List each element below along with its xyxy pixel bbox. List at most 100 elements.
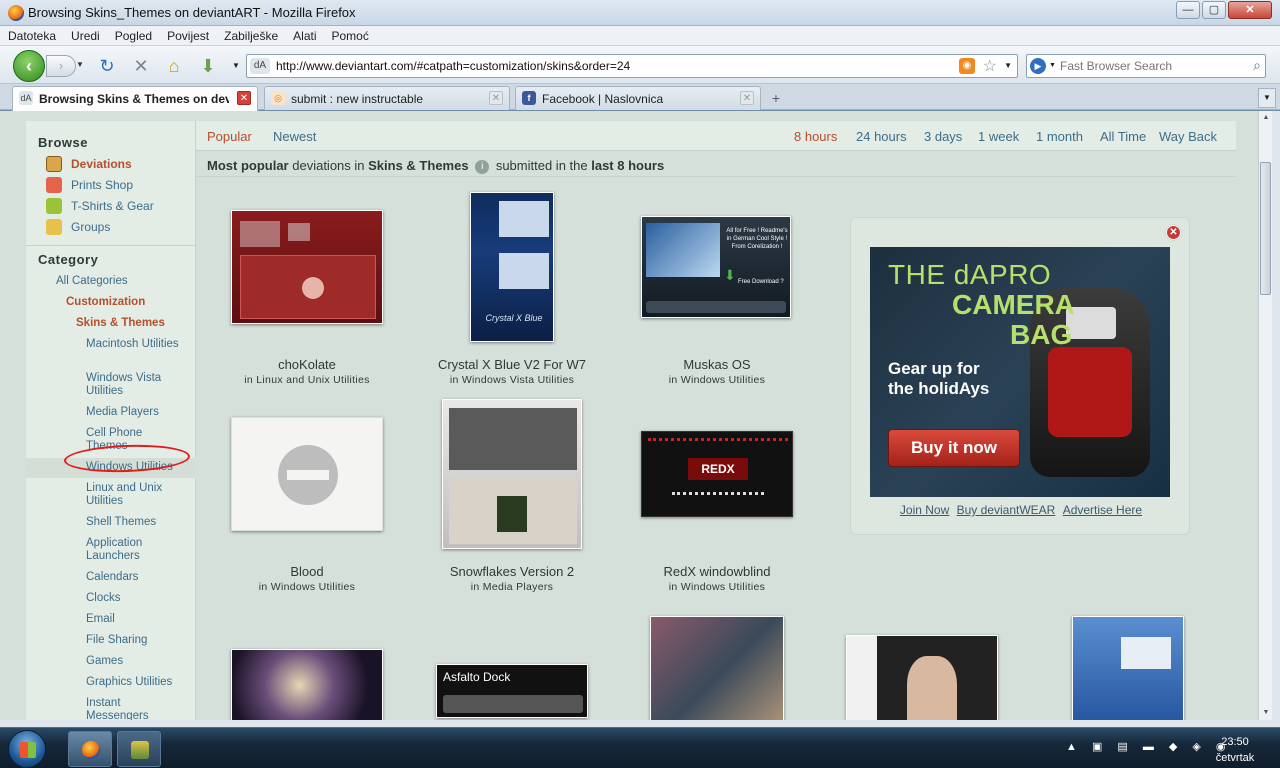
time-1-month[interactable]: 1 month	[1036, 129, 1083, 144]
ad-banner[interactable]: THE dAPRO CAMERA BAG Gear up for the hol…	[870, 247, 1170, 497]
info-icon[interactable]: i	[475, 160, 490, 174]
search-engine-icon[interactable]: ▶	[1030, 58, 1046, 74]
tab-facebook[interactable]: f Facebook | Naslovnica ✕	[515, 86, 761, 110]
category-shell-themes[interactable]: Shell Themes	[86, 516, 186, 529]
time-way-back[interactable]: Way Back	[1159, 129, 1217, 144]
tab-list-dropdown-icon[interactable]: ▼	[1258, 88, 1276, 108]
customization-link[interactable]: Customization	[66, 296, 186, 309]
time-24-hours[interactable]: 24 hours	[856, 129, 907, 144]
thumbnail-portrait[interactable]	[846, 635, 998, 720]
deviation-category[interactable]: in Windows Utilities	[617, 581, 817, 593]
url-dropdown-icon[interactable]: ▼	[1004, 61, 1012, 70]
all-categories-link[interactable]: All Categories	[56, 275, 156, 288]
popular-link[interactable]: Popular	[207, 129, 252, 144]
newest-link[interactable]: Newest	[273, 129, 316, 144]
deviation-category[interactable]: in Windows Vista Utilities	[412, 374, 612, 386]
scroll-thumb[interactable]	[1260, 162, 1271, 295]
menu-uredi[interactable]: Uredi	[63, 26, 107, 43]
deviation-category[interactable]: in Windows Utilities	[617, 374, 817, 386]
toolbar-dropdown-icon[interactable]: ▼	[224, 55, 248, 77]
thumbnail-redx[interactable]: REDX	[641, 431, 793, 517]
search-icon[interactable]: ⌕	[1253, 57, 1261, 74]
time-3-days[interactable]: 3 days	[924, 129, 962, 144]
time-1-week[interactable]: 1 week	[978, 129, 1019, 144]
maximize-button[interactable]: ▢	[1202, 1, 1226, 19]
menu-pogled[interactable]: Pogled	[107, 26, 159, 43]
category-games[interactable]: Games	[86, 655, 186, 668]
bookmark-star-icon[interactable]: ☆	[983, 56, 997, 76]
search-box[interactable]: ▶ ▼ ⌕	[1026, 54, 1266, 78]
category-graphics-utilities[interactable]: Graphics Utilities	[86, 676, 196, 689]
minimize-button[interactable]: —	[1176, 1, 1200, 19]
thumbnail-muskas-os[interactable]: All for Free ! Readme's in German Cool S…	[641, 216, 791, 318]
close-ad-icon[interactable]: ✕	[1166, 225, 1181, 240]
deviation-category[interactable]: in Media Players	[412, 581, 612, 593]
url-text[interactable]: http://www.deviantart.com/#catpath=custo…	[276, 59, 630, 73]
deviation-category[interactable]: in Linux and Unix Utilities	[207, 374, 407, 386]
category-clocks[interactable]: Clocks	[86, 592, 186, 605]
back-button[interactable]: ‹	[13, 50, 45, 82]
start-button[interactable]	[8, 730, 46, 768]
time-all-time[interactable]: All Time	[1100, 129, 1146, 144]
history-dropdown-icon[interactable]: ▼	[76, 60, 84, 69]
category-linux-unix-utilities[interactable]: Linux and Unix Utilities	[86, 482, 186, 508]
scroll-up-icon[interactable]: ▲	[1259, 111, 1273, 125]
thumbnail-blood[interactable]	[231, 417, 383, 531]
download-icon[interactable]: ⬇	[196, 55, 220, 77]
category-media-players[interactable]: Media Players	[86, 406, 186, 419]
category-file-sharing[interactable]: File Sharing	[86, 634, 186, 647]
category-macintosh-utilities[interactable]: Macintosh Utilities	[86, 338, 186, 351]
thumbnail-collage[interactable]	[650, 616, 784, 720]
thumbnail-chokolate[interactable]	[231, 210, 383, 324]
thumbnail-crystal-x-blue[interactable]: Crystal X Blue	[470, 192, 554, 342]
buy-it-now-button[interactable]: Buy it now	[888, 429, 1020, 467]
close-window-button[interactable]: ✕	[1228, 1, 1272, 19]
thumbnail-asfalto-dock[interactable]: Asfalto Dock	[436, 664, 588, 718]
menu-zabiljeske[interactable]: Zabilješke	[216, 26, 285, 43]
taskbar-app[interactable]	[117, 731, 161, 767]
deviation-title[interactable]: Muskas OS	[617, 357, 817, 372]
results-heading: Most popular deviations in Skins & Theme…	[196, 153, 1236, 177]
deviation-title[interactable]: Blood	[207, 564, 407, 579]
deviation-title[interactable]: choKolate	[207, 357, 407, 372]
home-icon[interactable]: ⌂	[162, 55, 186, 77]
vertical-scrollbar[interactable]: ▲ ▼	[1258, 111, 1272, 720]
reload-icon[interactable]: ↻	[95, 55, 119, 77]
clock[interactable]: 23:50 četvrtak	[1200, 734, 1270, 766]
taskbar-firefox[interactable]	[68, 731, 112, 767]
url-bar[interactable]: dA http://www.deviantart.com/#catpath=cu…	[246, 54, 1018, 78]
tab-instructables[interactable]: ◎ submit : new instructable ✕	[264, 86, 510, 110]
deviation-category[interactable]: in Windows Utilities	[207, 581, 407, 593]
tab-deviantart[interactable]: dA Browsing Skins & Themes on devia... ✕	[12, 86, 258, 111]
buy-deviantwear-link[interactable]: Buy deviantWEAR	[957, 503, 1056, 517]
category-windows-vista-utilities[interactable]: Windows Vista Utilities	[86, 372, 186, 398]
menu-pomoc[interactable]: Pomoć	[324, 26, 376, 43]
category-application-launchers[interactable]: Application Launchers	[86, 537, 186, 563]
rss-feed-icon[interactable]: ◉	[959, 58, 975, 74]
time-8-hours[interactable]: 8 hours	[794, 129, 837, 144]
close-tab-icon[interactable]: ✕	[489, 91, 503, 105]
category-calendars[interactable]: Calendars	[86, 571, 186, 584]
deviation-title[interactable]: Snowflakes Version 2	[412, 564, 612, 579]
category-email[interactable]: Email	[86, 613, 186, 626]
thumbnail-desktop[interactable]	[1072, 616, 1184, 720]
search-input[interactable]	[1060, 58, 1240, 74]
deviation-title[interactable]: RedX windowblind	[617, 564, 817, 579]
menu-povijest[interactable]: Povijest	[159, 26, 216, 43]
engine-dropdown-icon[interactable]: ▼	[1049, 62, 1056, 69]
thumbnail-snowflakes[interactable]	[442, 399, 582, 549]
thumbnail-abstract[interactable]	[231, 649, 383, 720]
scroll-down-icon[interactable]: ▼	[1259, 706, 1273, 720]
close-tab-icon[interactable]: ✕	[740, 91, 754, 105]
stop-icon[interactable]: ✕	[129, 55, 153, 77]
deviation-title[interactable]: Crystal X Blue V2 For W7	[412, 357, 612, 372]
menu-alati[interactable]: Alati	[285, 26, 323, 43]
close-tab-icon[interactable]: ✕	[237, 91, 251, 105]
advertise-here-link[interactable]: Advertise Here	[1063, 503, 1142, 517]
join-now-link[interactable]: Join Now	[900, 503, 949, 517]
forward-button[interactable]: ›	[46, 55, 76, 77]
new-tab-button[interactable]: +	[765, 88, 787, 108]
menu-datoteka[interactable]: Datoteka	[0, 26, 63, 43]
category-instant-messengers[interactable]: Instant Messengers	[86, 697, 186, 720]
skins-themes-link[interactable]: Skins & Themes	[76, 317, 196, 330]
